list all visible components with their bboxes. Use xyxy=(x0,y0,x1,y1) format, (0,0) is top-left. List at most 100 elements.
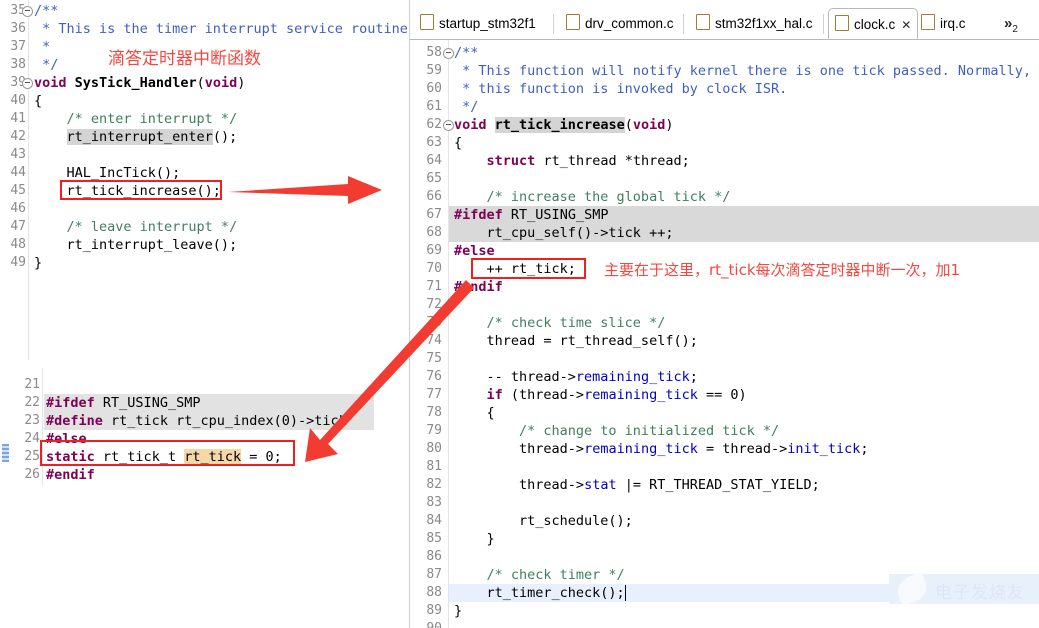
tab-overflow-chevron-icon[interactable]: »2 xyxy=(1004,8,1018,39)
line-number: 36 xyxy=(0,20,26,38)
fold-toggle-icon[interactable] xyxy=(22,78,33,89)
line-number: 38 xyxy=(0,56,26,74)
code-line[interactable]: 44 HAL_IncTick(); xyxy=(0,164,409,182)
code-line[interactable]: 61 */ xyxy=(410,98,1039,116)
code-line[interactable]: 58 /** xyxy=(410,44,1039,62)
line-number: 59 xyxy=(410,62,442,80)
line-number: 80 xyxy=(410,440,442,458)
code-text: /** xyxy=(454,44,478,62)
c-file-icon: .c xyxy=(696,14,710,30)
code-line[interactable]: 46 xyxy=(0,200,409,218)
tab-drv_common-c[interactable]: .c drv_common.c xyxy=(560,8,680,39)
code-text: * this function is invoked by clock ISR. xyxy=(454,80,787,98)
code-line[interactable]: 24 #else xyxy=(0,430,395,448)
code-line[interactable]: 25 static rt_tick_t rt_tick = 0; xyxy=(0,448,395,466)
code-line[interactable]: 82 thread->stat |= RT_THREAD_STAT_YIELD; xyxy=(410,476,1039,494)
close-icon[interactable]: ✕ xyxy=(901,18,911,32)
code-line[interactable]: 68 rt_cpu_self()->tick ++; xyxy=(410,224,1039,242)
right-editor-pane[interactable]: 58 /** 59 * This function will notify ke… xyxy=(410,40,1039,628)
code-line[interactable]: 45 rt_tick_increase(); xyxy=(0,182,409,200)
code-line[interactable]: 43 xyxy=(0,146,409,164)
code-line[interactable]: 85 } xyxy=(410,530,1039,548)
code-line[interactable]: 67 #ifdef RT_USING_SMP xyxy=(410,206,1039,224)
fold-toggle-icon[interactable] xyxy=(22,6,33,17)
code-line[interactable]: 62 void rt_tick_increase(void) xyxy=(410,116,1039,134)
code-line[interactable]: 77 if (thread->remaining_tick == 0) xyxy=(410,386,1039,404)
code-line[interactable]: 79 /* change to initialized tick */ xyxy=(410,422,1039,440)
line-number: 42 xyxy=(0,128,26,146)
left-editor-pane[interactable]: 35 /** 36 * This is the timer interrupt … xyxy=(0,0,409,628)
line-number: 79 xyxy=(410,422,442,440)
code-text: rt_interrupt_leave(); xyxy=(34,236,237,254)
code-text: * This is the timer interrupt service ro… xyxy=(34,20,416,38)
code-text: } xyxy=(454,602,462,620)
code-line[interactable]: 71 #endif xyxy=(410,278,1039,296)
line-number: 43 xyxy=(0,146,26,164)
line-number: 78 xyxy=(410,404,442,422)
code-line[interactable]: 41 /* enter interrupt */ xyxy=(0,110,409,128)
line-number: 47 xyxy=(0,218,26,236)
line-number: 48 xyxy=(0,236,26,254)
code-text: struct rt_thread *thread; xyxy=(454,152,690,170)
line-number: 66 xyxy=(410,188,442,206)
code-line[interactable]: 39 void SysTick_Handler(void) xyxy=(0,74,409,92)
line-number: 58 xyxy=(410,44,442,62)
code-text: */ xyxy=(34,56,58,74)
code-line[interactable]: 76 -- thread->remaining_tick; xyxy=(410,368,1039,386)
tab-irq-c[interactable]: .c irq.c xyxy=(915,8,972,39)
code-line[interactable]: 80 thread->remaining_tick = thread->init… xyxy=(410,440,1039,458)
code-text: #define rt_tick rt_cpu_index(0)->tick xyxy=(46,412,347,430)
code-line[interactable]: 86 xyxy=(410,548,1039,566)
line-number: 23 xyxy=(14,412,40,430)
code-line[interactable]: 48 rt_interrupt_leave(); xyxy=(0,236,409,254)
code-line[interactable]: 35 /** xyxy=(0,2,409,20)
watermark-text: 电子发烧友 xyxy=(935,578,1025,603)
snippet-overlay-pane[interactable]: 21 22 #ifdef RT_USING_SMP 23 #define rt_… xyxy=(0,368,395,486)
code-line[interactable]: 74 thread = rt_thread_self(); xyxy=(410,332,1039,350)
code-line[interactable]: 69 #else xyxy=(410,242,1039,260)
code-line[interactable]: 26 #endif xyxy=(0,466,395,484)
editor-tab-bar[interactable]: a startup_stm32f1 .c drv_common.c .c stm… xyxy=(410,8,1039,40)
fold-toggle-icon[interactable] xyxy=(443,48,454,59)
code-text: * xyxy=(34,38,50,56)
code-line[interactable]: 60 * this function is invoked by clock I… xyxy=(410,80,1039,98)
code-line[interactable]: 63 { xyxy=(410,134,1039,152)
code-line[interactable]: 84 rt_schedule(); xyxy=(410,512,1039,530)
code-line[interactable]: 78 { xyxy=(410,404,1039,422)
code-line[interactable]: 42 rt_interrupt_enter(); xyxy=(0,128,409,146)
code-line[interactable]: 65 xyxy=(410,170,1039,188)
tab-separator xyxy=(683,14,684,34)
code-text: rt_tick_increase(); xyxy=(34,182,221,200)
line-number: 76 xyxy=(410,368,442,386)
code-line[interactable]: 22 #ifdef RT_USING_SMP xyxy=(0,394,395,412)
tab-stm32f1xx_hal-c[interactable]: .c stm32f1xx_hal.c xyxy=(690,8,819,39)
code-line[interactable]: 23 #define rt_tick rt_cpu_index(0)->tick xyxy=(0,412,395,430)
code-line[interactable]: 72 xyxy=(410,296,1039,314)
code-line[interactable]: 73 /* check time slice */ xyxy=(410,314,1039,332)
line-number: 61 xyxy=(410,98,442,116)
code-line[interactable]: 75 xyxy=(410,350,1039,368)
code-line[interactable]: 49 } xyxy=(0,254,409,272)
code-line[interactable]: 21 xyxy=(0,376,395,394)
code-line[interactable]: 59 * This function will notify kernel th… xyxy=(410,62,1039,80)
code-line[interactable]: 36 * This is the timer interrupt service… xyxy=(0,20,409,38)
code-line[interactable]: 81 xyxy=(410,458,1039,476)
line-number: 22 xyxy=(14,394,40,412)
fold-toggle-icon[interactable] xyxy=(443,120,454,131)
tab-label: stm32f1xx_hal.c xyxy=(715,16,813,31)
tab-clock-c[interactable]: .c clock.c✕ xyxy=(828,8,918,39)
code-text: /* leave interrupt */ xyxy=(34,218,237,236)
tab-separator xyxy=(823,14,824,34)
line-number: 89 xyxy=(410,602,442,620)
tab-startup_stm32f1[interactable]: a startup_stm32f1 xyxy=(414,8,542,39)
code-line[interactable]: 66 /* increase the global tick */ xyxy=(410,188,1039,206)
c-file-icon: .c xyxy=(835,15,849,31)
code-line[interactable]: 83 xyxy=(410,494,1039,512)
line-number: 49 xyxy=(0,254,26,272)
code-line[interactable]: 64 struct rt_thread *thread; xyxy=(410,152,1039,170)
code-line[interactable]: 47 /* leave interrupt */ xyxy=(0,218,409,236)
code-text: { xyxy=(454,134,462,152)
site-watermark: 电子发烧友 xyxy=(889,574,1039,628)
line-number: 62 xyxy=(410,116,442,134)
code-line[interactable]: 40 { xyxy=(0,92,409,110)
